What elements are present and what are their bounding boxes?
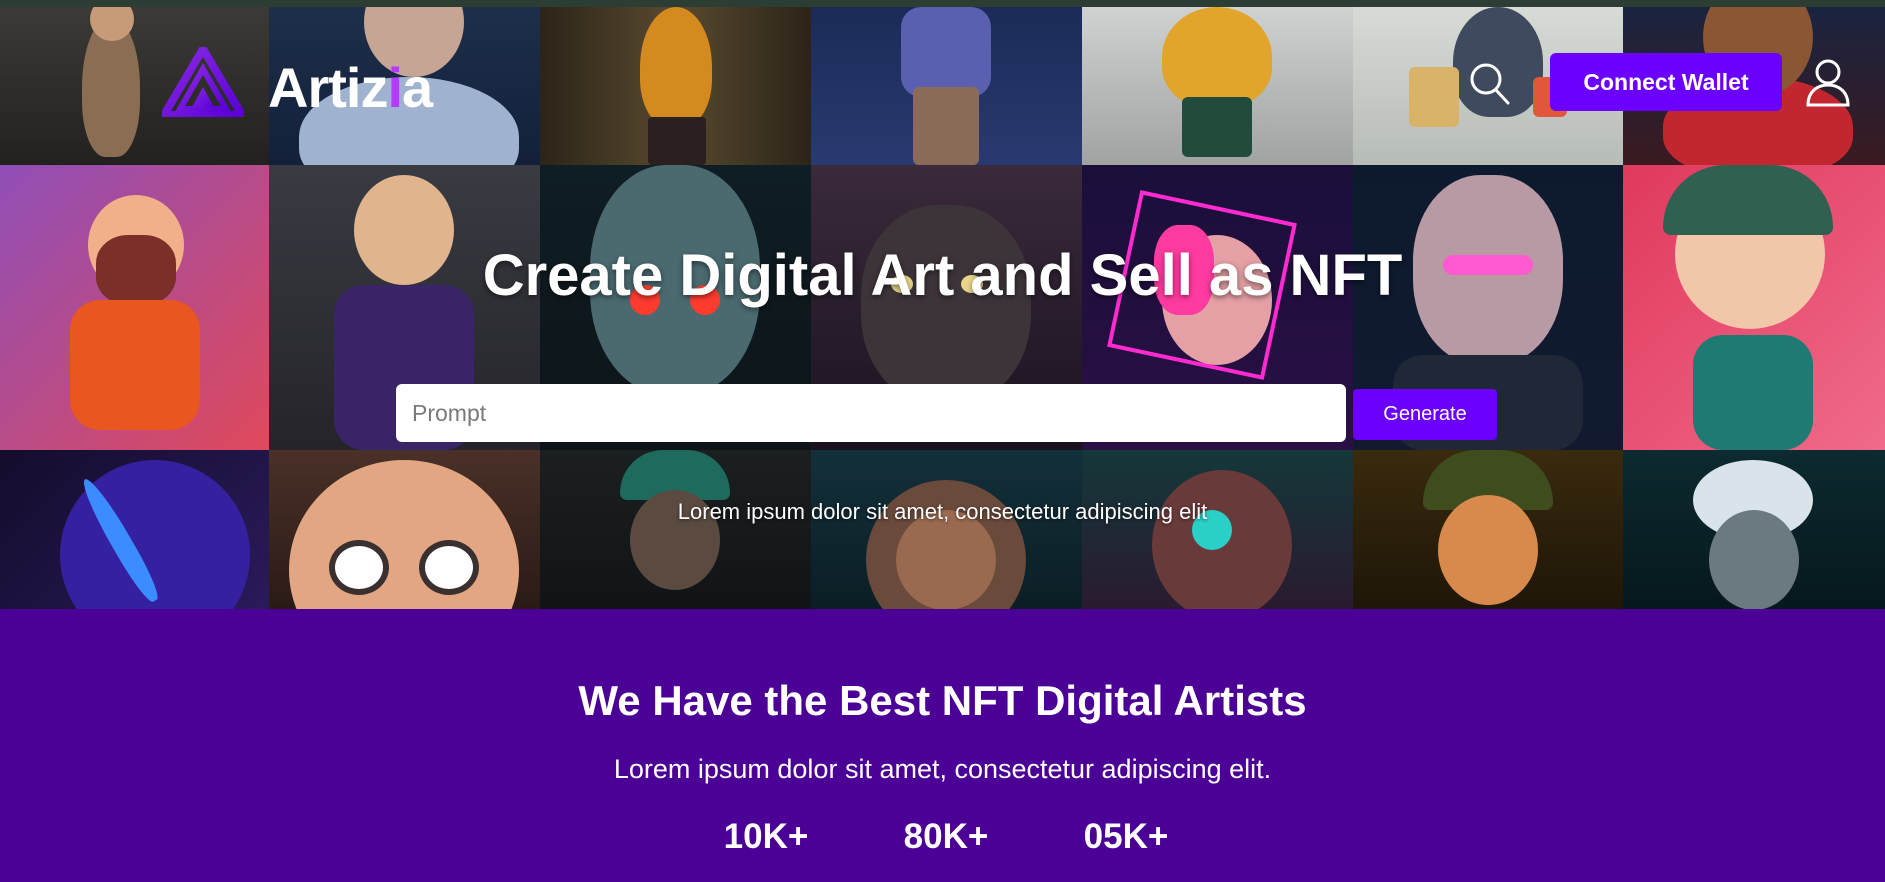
logo-icon[interactable] — [162, 47, 244, 117]
artists-section: We Have the Best NFT Digital Artists Lor… — [0, 609, 1885, 882]
artists-subtitle: Lorem ipsum dolor sit amet, consectetur … — [613, 754, 1272, 784]
search-icon[interactable] — [1466, 59, 1510, 105]
art-tile — [1353, 450, 1623, 609]
stat-value: 10K+ — [723, 817, 809, 856]
art-tile — [540, 450, 811, 609]
art-tile — [269, 450, 540, 609]
site-header: Artizia Connect Wallet — [0, 7, 1885, 157]
art-tile — [1623, 450, 1885, 609]
prompt-input[interactable] — [396, 384, 1346, 442]
artists-title: We Have the Best NFT Digital Artists — [578, 677, 1307, 724]
hero-title: Create Digital Art and Sell as NFT — [482, 243, 1403, 308]
logo-wordmark[interactable]: Artizia — [268, 55, 433, 120]
art-tile — [0, 450, 269, 609]
hero-subtitle: Lorem ipsum dolor sit amet, consectetur … — [677, 499, 1208, 524]
art-tile — [811, 450, 1082, 609]
art-tile — [1082, 450, 1353, 609]
user-icon[interactable] — [1804, 57, 1852, 107]
generate-button[interactable]: Generate — [1353, 389, 1497, 440]
top-strip — [0, 0, 1885, 7]
stat-value: 80K+ — [903, 817, 989, 856]
page: Artizia Connect Wallet Create Digital Ar… — [0, 0, 1885, 882]
stat-value: 05K+ — [1083, 817, 1169, 856]
connect-wallet-button[interactable]: Connect Wallet — [1550, 53, 1782, 111]
